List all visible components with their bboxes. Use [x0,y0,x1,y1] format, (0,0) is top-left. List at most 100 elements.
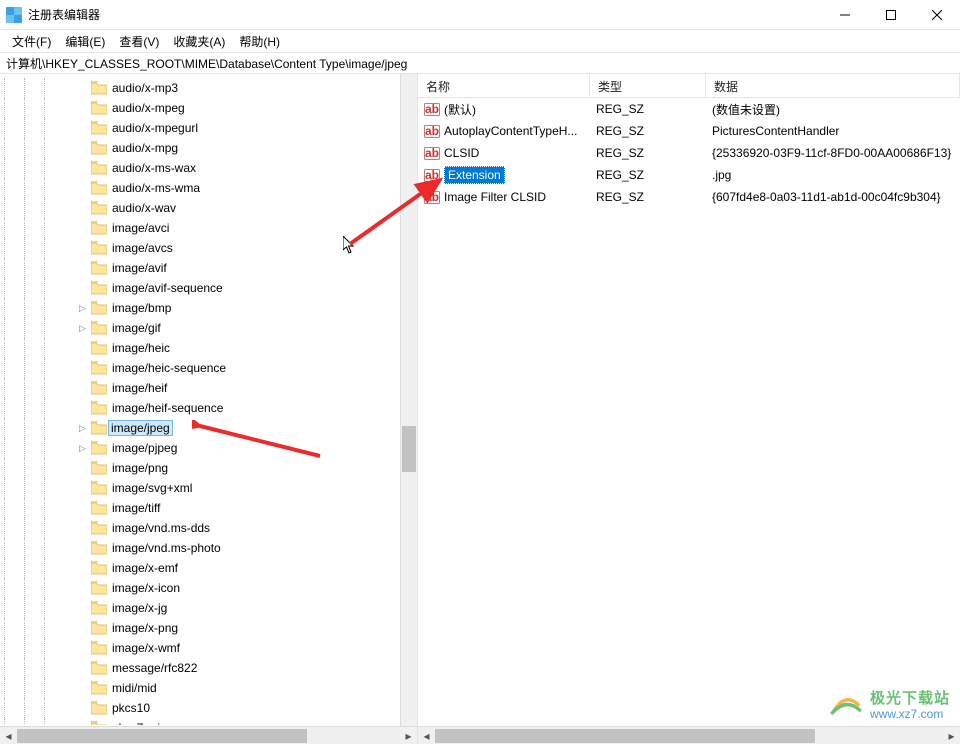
tree-item-label: audio/x-mpeg [111,101,186,115]
tree-item[interactable]: image/heif [0,378,417,398]
tree-item-label: image/gif [111,321,162,335]
expand-placeholder [76,342,89,355]
list-row[interactable]: ab(默认)REG_SZ(数值未设置) [418,98,960,120]
tree-pane: audio/x-mp3 audio/x-mpeg audio/x-mpegurl au… [0,74,418,744]
tree-item-label: audio/x-mpegurl [111,121,199,135]
tree-item[interactable]: image/vnd.ms-photo [0,538,417,558]
addressbar[interactable]: 计算机\HKEY_CLASSES_ROOT\MIME\Database\Cont… [0,52,960,74]
tree-item-label: message/rfc822 [111,661,198,675]
menu-edit[interactable]: 编辑(E) [59,31,111,52]
registry-tree[interactable]: audio/x-mp3 audio/x-mpeg audio/x-mpegurl au… [0,74,417,725]
tree-item[interactable]: image/avcs [0,238,417,258]
tree-item[interactable]: ▷image/bmp [0,298,417,318]
expand-placeholder [76,242,89,255]
expand-placeholder [76,262,89,275]
value-data-cell: PicturesContentHandler [706,124,960,138]
tree-item[interactable]: audio/x-mpeg [0,98,417,118]
tree-item[interactable]: audio/x-ms-wax [0,158,417,178]
values-list[interactable]: ab(默认)REG_SZ(数值未设置)abAutoplayContentType… [418,98,960,208]
list-row[interactable]: abAutoplayContentTypeH...REG_SZPicturesC… [418,120,960,142]
expand-icon[interactable]: ▷ [76,322,89,335]
expand-placeholder [76,122,89,135]
scroll-right-icon[interactable]: ▸ [400,727,417,745]
svg-text:ab: ab [425,124,439,138]
expand-icon[interactable]: ▷ [76,302,89,315]
value-type-cell: REG_SZ [590,190,706,204]
tree-item[interactable]: message/rfc822 [0,658,417,678]
tree-item[interactable]: ▷image/pjpeg [0,438,417,458]
list-horizontal-scrollbar[interactable]: ◂ ▸ [418,726,960,744]
tree-item[interactable]: image/avif [0,258,417,278]
col-type[interactable]: 类型 [590,74,706,97]
tree-item[interactable]: image/avci [0,218,417,238]
menu-file[interactable]: 文件(F) [6,31,57,52]
expand-icon[interactable]: ▷ [76,442,89,455]
svg-text:ab: ab [425,168,439,182]
value-name-cell: abImage Filter CLSID [418,189,590,205]
tree-item[interactable]: image/x-emf [0,558,417,578]
tree-item[interactable]: image/heif-sequence [0,398,417,418]
expand-placeholder [76,522,89,535]
tree-vertical-scrollbar[interactable] [400,74,417,726]
list-row[interactable]: abImage Filter CLSIDREG_SZ{607fd4e8-0a03… [418,186,960,208]
expand-placeholder [76,602,89,615]
tree-item[interactable]: image/svg+xml [0,478,417,498]
list-row[interactable]: abExtensionREG_SZ.jpg [418,164,960,186]
tree-item-label: image/heic-sequence [111,361,227,375]
tree-item[interactable]: pkcs10 [0,698,417,718]
tree-item-label: pkcs10 [111,701,151,715]
tree-item[interactable]: midi/mid [0,678,417,698]
watermark-url: www.xz7.com [870,708,943,721]
col-data[interactable]: 数据 [706,74,960,97]
watermark: 极光下载站 www.xz7.com [828,691,950,721]
tree-item[interactable]: image/x-icon [0,578,417,598]
maximize-button[interactable] [868,0,914,30]
tree-item-label: image/heic [111,341,171,355]
expand-placeholder [76,402,89,415]
expand-placeholder [76,502,89,515]
expand-icon[interactable]: ▷ [76,422,89,435]
tree-item[interactable]: image/x-png [0,618,417,638]
tree-item-label: audio/x-mp3 [111,81,179,95]
close-button[interactable] [914,0,960,30]
tree-item[interactable]: image/avif-sequence [0,278,417,298]
tree-item[interactable]: image/x-wmf [0,638,417,658]
expand-placeholder [76,462,89,475]
tree-horizontal-scrollbar[interactable]: ◂ ▸ [0,726,417,744]
tree-item-label: audio/x-ms-wax [111,161,197,175]
menu-favorites[interactable]: 收藏夹(A) [167,31,231,52]
tree-item[interactable]: pkcs7-mime [0,718,417,725]
tree-item[interactable]: image/png [0,458,417,478]
tree-item[interactable]: audio/x-mpg [0,138,417,158]
tree-item[interactable]: image/heic-sequence [0,358,417,378]
tree-item-label: image/x-icon [111,581,181,595]
tree-item-label: image/tiff [111,501,161,515]
menu-help[interactable]: 帮助(H) [233,31,286,52]
expand-placeholder [76,542,89,555]
svg-text:ab: ab [425,190,439,204]
tree-item[interactable]: audio/x-mpegurl [0,118,417,138]
scroll-right-icon[interactable]: ▸ [943,727,960,745]
value-name-cell: abExtension [418,166,590,184]
list-row[interactable]: abCLSIDREG_SZ{25336920-03F9-11cf-8FD0-00… [418,142,960,164]
col-name[interactable]: 名称 [418,74,590,97]
tree-item[interactable]: image/vnd.ms-dds [0,518,417,538]
tree-item[interactable]: audio/x-ms-wma [0,178,417,198]
tree-item[interactable]: audio/x-mp3 [0,78,417,98]
minimize-button[interactable] [822,0,868,30]
value-type-cell: REG_SZ [590,102,706,116]
scroll-left-icon[interactable]: ◂ [0,727,17,745]
tree-item[interactable]: image/x-jg [0,598,417,618]
menu-view[interactable]: 查看(V) [113,31,165,52]
expand-placeholder [76,102,89,115]
tree-item[interactable]: image/heic [0,338,417,358]
scroll-left-icon[interactable]: ◂ [418,727,435,745]
tree-item[interactable]: ▷image/jpeg [0,418,417,438]
tree-item[interactable]: image/tiff [0,498,417,518]
expand-placeholder [76,182,89,195]
tree-item[interactable]: audio/x-wav [0,198,417,218]
value-name-cell: abCLSID [418,145,590,161]
value-type-cell: REG_SZ [590,168,706,182]
expand-placeholder [76,562,89,575]
tree-item[interactable]: ▷ image/gif [0,318,417,338]
